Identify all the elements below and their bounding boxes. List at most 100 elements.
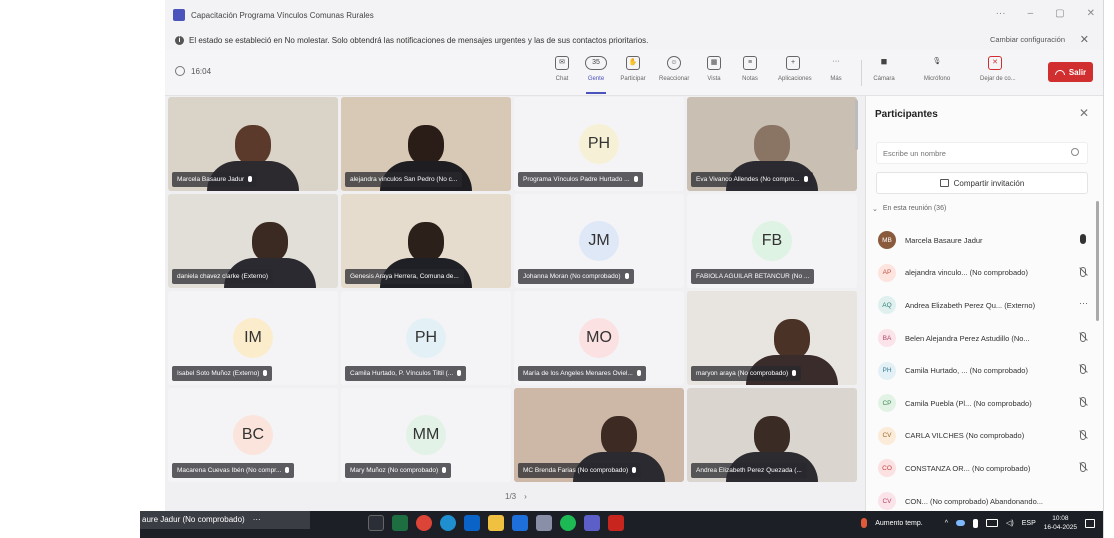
mic-icon: [792, 370, 797, 376]
camera-button[interactable]: ■ Cámara: [869, 56, 899, 82]
weather-text[interactable]: Aumento temp.: [875, 520, 922, 527]
panel-scrollbar[interactable]: [1096, 201, 1099, 321]
microphone-button[interactable]: 🎙 Micrófono: [922, 56, 952, 82]
chrome-icon[interactable]: [416, 515, 432, 531]
network-icon[interactable]: [986, 519, 999, 527]
microphone-icon: 🎙: [932, 58, 942, 65]
more-button[interactable]: ··· Más: [821, 56, 851, 82]
excel-icon[interactable]: [392, 515, 408, 531]
notification-center-icon[interactable]: [1085, 518, 1095, 528]
minimize-icon[interactable]: –: [1028, 8, 1034, 19]
participant-tile[interactable]: JM Johanna Moran (No comprobado): [514, 194, 684, 288]
list-item[interactable]: AQ Andrea Elizabeth Perez Qu... (Externo…: [874, 289, 1094, 322]
onedrive-icon[interactable]: [956, 520, 966, 526]
task-view-icon[interactable]: [368, 515, 384, 531]
language-indicator[interactable]: ESP: [1022, 520, 1036, 527]
microphone-off-icon: [1080, 364, 1086, 375]
spotify-icon[interactable]: [560, 515, 576, 531]
stop-sharing-label: Dejar de co...: [980, 76, 1016, 82]
participant-tile[interactable]: Genesis Araya Herrera, Comuna de...: [341, 194, 511, 288]
react-button[interactable]: ☺ Reaccionar: [659, 56, 689, 82]
participant-name: Camila Hurtado, ... (No comprobado): [905, 366, 1028, 376]
acrobat-icon[interactable]: [608, 515, 624, 531]
gallery-scrollbar[interactable]: [855, 100, 858, 150]
stop-sharing-button[interactable]: ✕ Dejar de co...: [980, 56, 1016, 82]
participant-tile[interactable]: maryon araya (No comprobado): [687, 291, 857, 385]
window-title: Capacitación Programa Vínculos Comunas R…: [191, 10, 374, 20]
word-icon[interactable]: [512, 515, 528, 531]
tray-chevron-icon[interactable]: ^: [945, 520, 948, 527]
hand-icon: ✋: [626, 56, 640, 70]
more-options-icon[interactable]: ···: [1079, 298, 1088, 308]
participant-tile[interactable]: daniela chavez clarke (Externo): [168, 194, 338, 288]
app-icon[interactable]: [536, 515, 552, 531]
raise-hand-button[interactable]: ✋ Participar: [618, 56, 648, 82]
system-tray: Aumento temp. ^ ◁) ESP 10:08 16-04-2025: [861, 514, 1095, 532]
participant-tile[interactable]: MO María de los Angeles Menares Oviel...: [514, 291, 684, 385]
participant-nametag: Marcela Basaure Jadur: [172, 172, 258, 187]
participant-tile[interactable]: MC Brenda Farias (No comprobado): [514, 388, 684, 482]
volume-icon[interactable]: ◁): [1006, 519, 1014, 527]
list-item[interactable]: AP alejandra vinculo... (No comprobado): [874, 257, 1094, 290]
participant-tile[interactable]: MM Mary Muñoz (No comprobado): [341, 388, 511, 482]
list-item[interactable]: PH Camila Hurtado, ... (No comprobado): [874, 354, 1094, 387]
apps-button[interactable]: + Aplicaciones: [778, 56, 812, 82]
mail-icon[interactable]: [464, 515, 480, 531]
participant-search-input[interactable]: [877, 143, 1047, 164]
list-item[interactable]: CP Camila Puebla (Pl... (No comprobado): [874, 387, 1094, 420]
participant-name: Belen Alejandra Perez Astudillo (No...: [905, 333, 1030, 343]
panel-close-icon[interactable]: ✕: [1079, 106, 1089, 120]
left-margin: [0, 0, 165, 538]
participant-tile[interactable]: Eva Vivanco Allendes (No compro...: [687, 97, 857, 191]
participant-avatar: PH: [579, 124, 619, 164]
maximize-icon[interactable]: ▢: [1055, 8, 1064, 19]
participant-tile[interactable]: Andrea Elizabeth Perez Quezada (...: [687, 388, 857, 482]
participants-list: MB Marcela Basaure Jadur AP alejandra vi…: [874, 224, 1094, 517]
notification-close-icon[interactable]: ✕: [1080, 33, 1089, 46]
participant-tile[interactable]: PH Programa Vínculos Padre Hurtado ...: [514, 97, 684, 191]
participant-nametag: Genesis Araya Herrera, Comuna de...: [345, 269, 464, 284]
grid-view-icon: ▦: [707, 56, 721, 70]
timer-text: 16:04: [191, 66, 212, 76]
in-meeting-section-header[interactable]: ⌄ En esta reunión (36): [872, 205, 946, 213]
teams-icon[interactable]: [584, 515, 600, 531]
participant-nametag: maryon araya (No comprobado): [691, 366, 802, 381]
tray-microphone-icon[interactable]: [973, 518, 979, 528]
share-invite-button[interactable]: Compartir invitación: [876, 172, 1088, 194]
notes-button[interactable]: ≡ Notas: [735, 56, 765, 82]
mic-icon: [636, 370, 641, 376]
window-controls: ··· – ▢ ✕: [996, 8, 1095, 19]
meeting-mini-window[interactable]: aure Jadur (No comprobado) ···: [140, 511, 310, 529]
view-button[interactable]: ▦ Vista: [699, 56, 729, 82]
list-item[interactable]: MB Marcela Basaure Jadur: [874, 224, 1094, 257]
window-more-icon[interactable]: ···: [996, 8, 1006, 19]
people-button[interactable]: 35 Gente: [581, 56, 611, 94]
edge-icon[interactable]: [440, 515, 456, 531]
microphone-on-icon: [1080, 234, 1086, 244]
participant-name: CON... (No comprobado) Abandonando...: [905, 496, 1043, 506]
notification-text: El estado se estableció en No molestar. …: [189, 35, 649, 45]
participant-tile[interactable]: Marcela Basaure Jadur: [168, 97, 338, 191]
people-icon: 35: [585, 56, 607, 70]
mic-icon: [632, 467, 637, 473]
notes-label: Notas: [742, 76, 758, 82]
participant-tile[interactable]: BC Macarena Cuevas Ibén (No compr...: [168, 388, 338, 482]
mini-window-more-icon[interactable]: ···: [253, 511, 261, 529]
list-item[interactable]: BA Belen Alejandra Perez Astudillo (No..…: [874, 322, 1094, 355]
avatar: AP: [878, 263, 896, 282]
file-explorer-icon[interactable]: [488, 515, 504, 531]
participant-tile[interactable]: alejandra vinculos San Pedro (No c...: [341, 97, 511, 191]
participant-tile[interactable]: FB FABIOLA AGUILAR BETANCUR (No ...: [687, 194, 857, 288]
pager-next-icon[interactable]: ›: [524, 492, 527, 501]
participant-tile[interactable]: PH Camila Hurtado, P. Vínculos Tiltil (.…: [341, 291, 511, 385]
clock[interactable]: 10:08 16-04-2025: [1044, 514, 1077, 532]
chat-button[interactable]: ✉ Chat: [547, 56, 577, 82]
participant-tile[interactable]: IM Isabel Soto Muñoz (Externo): [168, 291, 338, 385]
list-item[interactable]: CO CONSTANZA OR... (No comprobado): [874, 452, 1094, 485]
change-settings-link[interactable]: Cambiar configuración: [990, 35, 1065, 44]
list-item[interactable]: CV CARLA VILCHES (No comprobado): [874, 420, 1094, 453]
leave-button[interactable]: Salir: [1048, 62, 1093, 82]
participant-avatar: PH: [406, 318, 446, 358]
close-window-icon[interactable]: ✕: [1087, 8, 1095, 19]
apps-plus-icon: +: [786, 56, 800, 70]
